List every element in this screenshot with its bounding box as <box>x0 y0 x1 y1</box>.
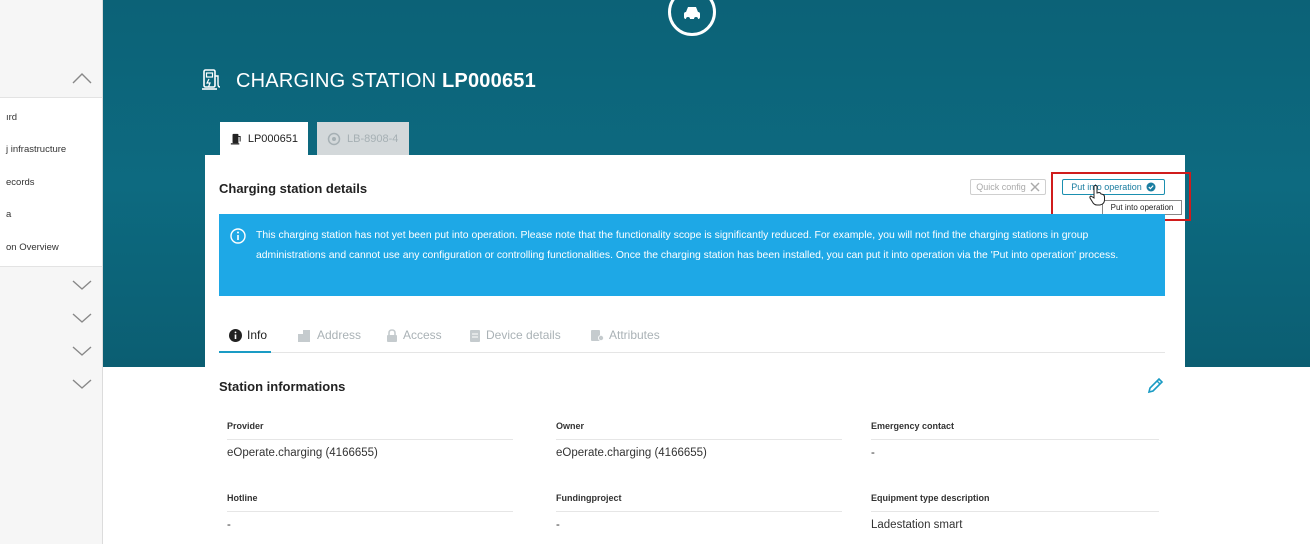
gear-icon <box>327 132 341 146</box>
lock-icon <box>387 328 397 342</box>
field-label-provider: Provider <box>227 421 264 431</box>
subtab-info[interactable]: Info <box>229 328 267 342</box>
page-title-prefix: CHARGING STATION <box>236 69 437 92</box>
field-label-emergency-contact: Emergency contact <box>871 421 955 431</box>
chevron-down-icon[interactable] <box>71 344 93 358</box>
tooltip: Put into operation <box>1102 200 1182 215</box>
info-icon <box>229 328 242 342</box>
chevron-down-icon[interactable] <box>71 311 93 325</box>
subtab-label: Attributes <box>609 328 660 342</box>
chevron-up-icon[interactable] <box>71 70 93 86</box>
tab-lb-8908-4[interactable]: LB-8908-4 <box>317 122 409 156</box>
building-icon <box>298 329 310 342</box>
info-banner: This charging station has not yet been p… <box>219 214 1165 296</box>
info-circle-icon <box>230 228 246 244</box>
field-value-fundingproject: - <box>556 519 560 531</box>
subtab-device-details[interactable]: Device details <box>469 328 561 342</box>
sidebar-item-records[interactable]: ecords <box>6 177 35 188</box>
document-icon <box>470 329 480 342</box>
edit-pencil-icon[interactable] <box>1145 376 1165 396</box>
field-divider <box>227 511 513 512</box>
subtab-label: Device details <box>486 328 561 342</box>
subtab-access[interactable]: Access <box>386 328 442 342</box>
field-value-equipment-type: Ladestation smart <box>871 519 963 531</box>
sidebar-item-overview[interactable]: on Overview <box>6 242 59 253</box>
field-value-emergency-contact: - <box>871 447 875 459</box>
field-label-fundingproject: Fundingproject <box>556 493 622 503</box>
chevron-down-icon[interactable] <box>71 377 93 391</box>
sidebar-item-dashboard[interactable]: ırd <box>6 112 17 123</box>
charging-station-icon <box>230 133 241 145</box>
chevron-down-icon[interactable] <box>71 278 93 292</box>
field-divider <box>871 511 1159 512</box>
page-header: CHARGING STATION LP000651 <box>200 68 536 94</box>
sidebar: ırd j infrastructure ecords a on Overvie… <box>0 0 103 544</box>
field-divider <box>871 439 1159 440</box>
subtabs: Info Address Access Device details Attri… <box>219 321 1165 353</box>
sidebar-nav: ırd j infrastructure ecords a on Overvie… <box>0 97 102 267</box>
field-divider <box>556 511 842 512</box>
subtab-label: Info <box>247 328 268 342</box>
tab-lp000651[interactable]: LP000651 <box>220 122 308 156</box>
subtab-label: Access <box>403 328 442 342</box>
quick-config-label: Quick config <box>976 182 1026 192</box>
station-details-card: Charging station details Quick config Pu… <box>205 155 1191 544</box>
page-title-id: LP000651 <box>442 69 536 92</box>
card-title: Charging station details <box>219 181 368 196</box>
subtab-address[interactable]: Address <box>297 328 361 342</box>
subtab-attributes[interactable]: Attributes <box>590 328 660 342</box>
sidebar-item-a[interactable]: a <box>6 209 11 220</box>
tab-label: LB-8908-4 <box>347 133 399 145</box>
info-banner-text: This charging station has not yet been p… <box>256 230 1119 261</box>
field-value-hotline: - <box>227 519 231 531</box>
attributes-icon <box>591 329 604 341</box>
field-label-owner: Owner <box>556 421 585 431</box>
subtab-label: Address <box>317 328 362 342</box>
quick-config-button[interactable]: Quick config <box>970 179 1046 195</box>
page-title: CHARGING STATION LP000651 <box>236 70 536 93</box>
section-title: Station informations <box>219 379 346 394</box>
field-divider <box>227 439 513 440</box>
field-label-hotline: Hotline <box>227 493 258 503</box>
app-window: ırd j infrastructure ecords a on Overvie… <box>0 0 1310 544</box>
field-divider <box>556 439 842 440</box>
field-label-equipment-type: Equipment type description <box>871 493 990 503</box>
sidebar-item-charging-infrastructure[interactable]: j infrastructure <box>6 144 66 155</box>
hand-cursor-icon <box>1089 185 1105 206</box>
charging-station-icon <box>202 69 221 90</box>
field-value-owner: eOperate.charging (4166655) <box>556 447 707 459</box>
tools-icon <box>1030 182 1040 192</box>
tab-label: LP000651 <box>247 133 298 145</box>
active-subtab-indicator <box>219 351 271 353</box>
field-value-provider: eOperate.charging (4166655) <box>227 447 378 459</box>
